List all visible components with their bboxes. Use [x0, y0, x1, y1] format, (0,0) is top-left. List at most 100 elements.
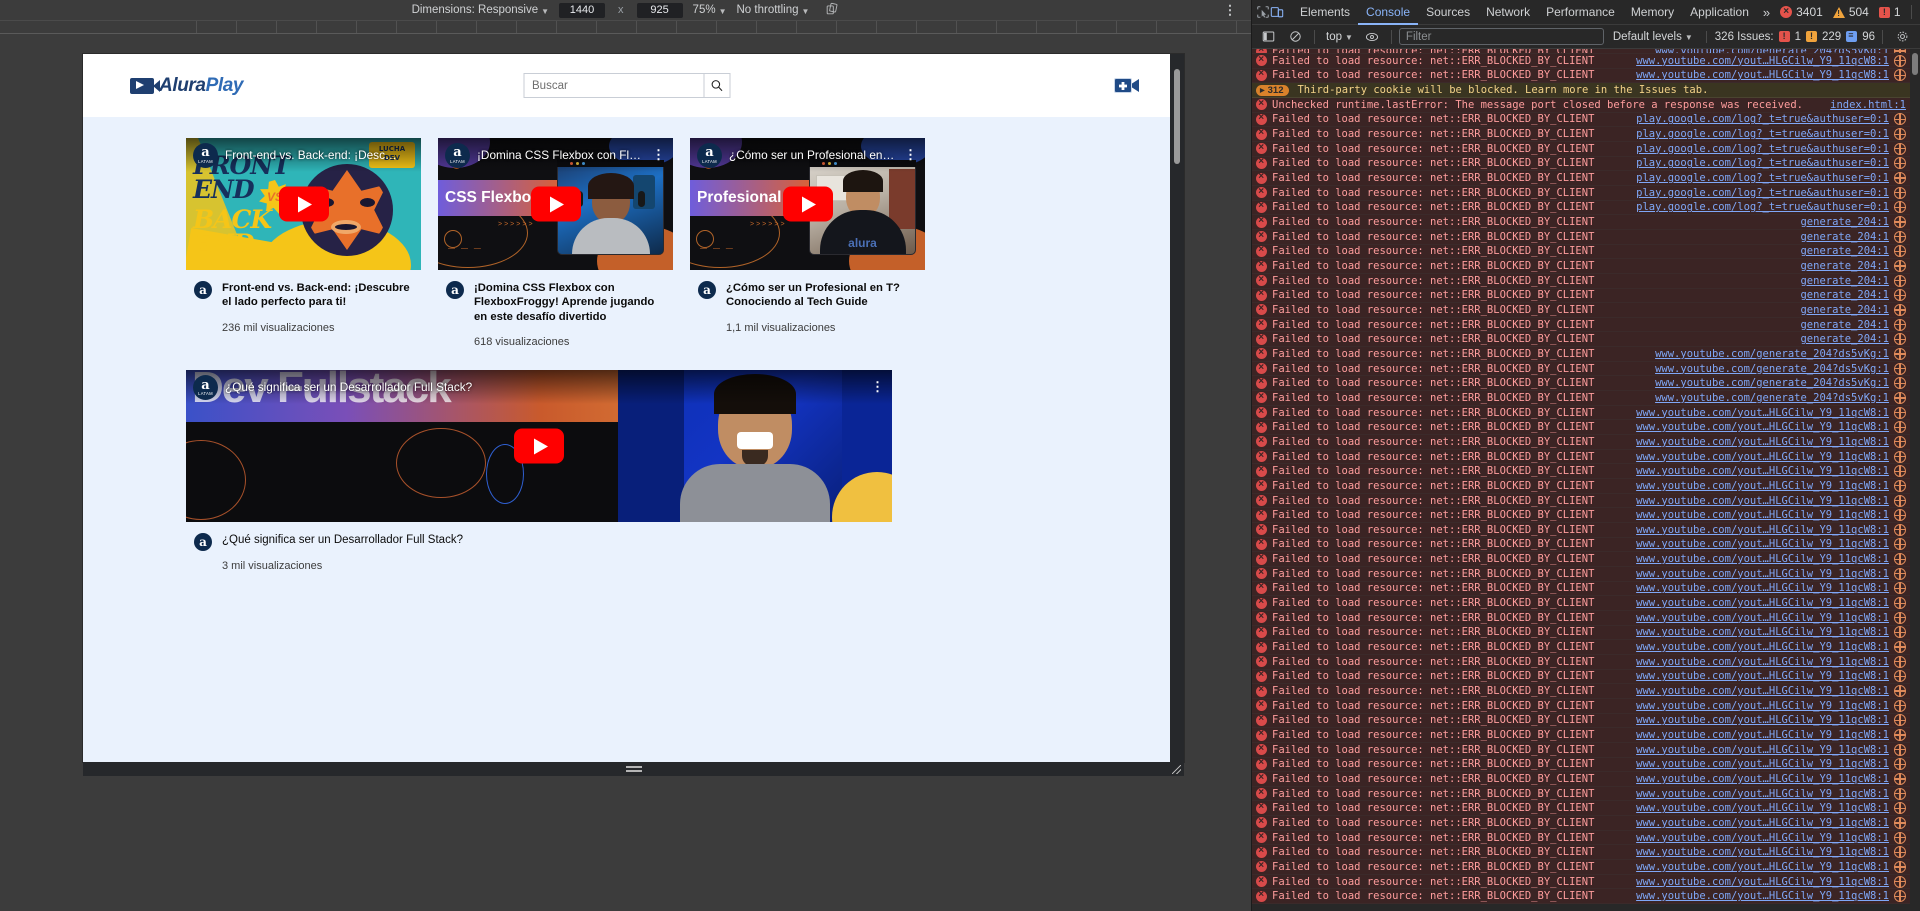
network-debug-icon[interactable]: [1894, 670, 1906, 683]
console-message-source-link[interactable]: www.youtube.com/yout…HLGCilw_Y9_11qcW8:1: [1636, 744, 1889, 756]
tab-console[interactable]: Console: [1358, 0, 1418, 25]
console-message-source-link[interactable]: generate_204:1: [1800, 231, 1889, 243]
console-message-row[interactable]: Unchecked runtime.lastError: The message…: [1252, 97, 1920, 113]
tab-performance[interactable]: Performance: [1538, 0, 1623, 25]
zoom-selector[interactable]: 75% ▼: [693, 4, 727, 16]
device-toolbar-icon[interactable]: [1270, 2, 1284, 23]
video-title[interactable]: ¿Cómo ser un Profesional en T? Conociend…: [726, 281, 921, 310]
console-message-source-link[interactable]: www.youtube.com/yout…HLGCilw_Y9_11qcW8:1: [1636, 802, 1889, 814]
network-debug-icon[interactable]: [1894, 421, 1906, 434]
console-group-count[interactable]: 312: [1256, 84, 1290, 96]
overlay-video-title[interactable]: ¿Cómo ser un Profesional en …: [729, 148, 897, 162]
console-message-row[interactable]: Failed to load resource: net::ERR_BLOCKE…: [1252, 479, 1920, 494]
viewport-width-input[interactable]: [559, 2, 606, 18]
console-message-source-link[interactable]: play.google.com/log?_t=true&authuser=0:1: [1636, 143, 1889, 155]
network-debug-icon[interactable]: [1894, 641, 1906, 654]
console-message-source-link[interactable]: www.youtube.com/yout…HLGCilw_Y9_11qcW8:1: [1636, 788, 1889, 800]
console-message-row[interactable]: Failed to load resource: net::ERR_BLOCKE…: [1252, 288, 1920, 304]
console-message-source-link[interactable]: www.youtube.com/yout…HLGCilw_Y9_11qcW8:1: [1636, 890, 1889, 902]
console-message-source-link[interactable]: www.youtube.com/yout…HLGCilw_Y9_11qcW8:1: [1636, 641, 1889, 653]
console-message-row[interactable]: Failed to load resource: net::ERR_BLOCKE…: [1252, 610, 1920, 626]
play-button[interactable]: [782, 186, 833, 222]
console-message-row[interactable]: Failed to load resource: net::ERR_BLOCKE…: [1252, 244, 1920, 260]
network-debug-icon[interactable]: [1894, 685, 1906, 698]
console-message-source-link[interactable]: generate_204:1: [1800, 304, 1889, 316]
network-debug-icon[interactable]: [1894, 860, 1906, 873]
console-message-row[interactable]: Failed to load resource: net::ERR_BLOCKE…: [1252, 889, 1920, 905]
console-message-source-link[interactable]: play.google.com/log?_t=true&authuser=0:1: [1636, 172, 1889, 184]
console-message-source-link[interactable]: www.youtube.com/yout…HLGCilw_Y9_11qcW8:1: [1636, 55, 1889, 67]
console-message-row[interactable]: Failed to load resource: net::ERR_BLOCKE…: [1252, 816, 1920, 831]
console-message-row[interactable]: Failed to load resource: net::ERR_BLOCKE…: [1252, 127, 1920, 142]
console-message-row[interactable]: Failed to load resource: net::ERR_BLOCKE…: [1252, 523, 1920, 538]
console-message-source-link[interactable]: www.youtube.com/yout…HLGCilw_Y9_11qcW8:1: [1636, 817, 1889, 829]
log-levels-selector[interactable]: Default levels ▼: [1607, 31, 1699, 43]
network-debug-icon[interactable]: [1894, 787, 1906, 800]
network-debug-icon[interactable]: [1894, 743, 1906, 756]
error-count[interactable]: 3401: [1776, 5, 1827, 19]
network-debug-icon[interactable]: [1894, 450, 1906, 463]
clear-console-icon[interactable]: [1283, 26, 1307, 47]
tab-memory[interactable]: Memory: [1623, 0, 1682, 25]
console-message-source-link[interactable]: play.google.com/log?_t=true&authuser=0:1: [1636, 157, 1889, 169]
console-message-row[interactable]: Failed to load resource: net::ERR_BLOCKE…: [1252, 273, 1920, 289]
network-debug-icon[interactable]: [1894, 699, 1906, 712]
console-message-source-link[interactable]: www.youtube.com/generate_204?ds5vKg:1: [1655, 392, 1889, 404]
more-tabs-icon[interactable]: »: [1757, 5, 1776, 20]
network-debug-icon[interactable]: [1894, 201, 1906, 214]
console-message-row[interactable]: Failed to load resource: net::ERR_BLOCKE…: [1252, 508, 1920, 523]
console-message-source-link[interactable]: play.google.com/log?_t=true&authuser=0:1: [1636, 113, 1889, 125]
console-message-list[interactable]: Failed to load resource: net::ERR_BLOCKE…: [1252, 49, 1920, 911]
console-filter-input[interactable]: [1398, 28, 1604, 45]
console-message-row[interactable]: Failed to load resource: net::ERR_BLOCKE…: [1252, 830, 1920, 846]
network-debug-icon[interactable]: [1894, 816, 1906, 829]
console-message-row[interactable]: Failed to load resource: net::ERR_BLOCKE…: [1252, 772, 1920, 787]
console-message-row[interactable]: Failed to load resource: net::ERR_BLOCKE…: [1252, 332, 1920, 348]
network-debug-icon[interactable]: [1894, 274, 1906, 287]
console-message-row[interactable]: Failed to load resource: net::ERR_BLOCKE…: [1252, 654, 1920, 670]
device-toolbar-more-icon[interactable]: ⋮: [1223, 4, 1237, 17]
network-debug-icon[interactable]: [1894, 391, 1906, 404]
console-message-row[interactable]: Failed to load resource: net::ERR_BLOCKE…: [1252, 713, 1920, 729]
console-message-source-link[interactable]: www.youtube.com/yout…HLGCilw_Y9_11qcW8:1: [1636, 714, 1889, 726]
video-title[interactable]: ¡Domina CSS Flexbox con FlexboxFroggy! A…: [474, 281, 669, 324]
console-message-row[interactable]: Failed to load resource: net::ERR_BLOCKE…: [1252, 742, 1920, 758]
issues-summary[interactable]: 326 Issues: 1 229 96: [1705, 30, 1875, 43]
console-message-row[interactable]: Failed to load resource: net::ERR_BLOCKE…: [1252, 728, 1920, 743]
console-message-row[interactable]: Failed to load resource: net::ERR_BLOCKE…: [1252, 464, 1920, 480]
console-message-row[interactable]: Failed to load resource: net::ERR_BLOCKE…: [1252, 215, 1920, 230]
tab-sources[interactable]: Sources: [1418, 0, 1478, 25]
console-message-source-link[interactable]: www.youtube.com/yout…HLGCilw_Y9_11qcW8:1: [1636, 670, 1889, 682]
console-message-row[interactable]: Failed to load resource: net::ERR_BLOCKE…: [1252, 54, 1920, 69]
console-message-row[interactable]: Failed to load resource: net::ERR_BLOCKE…: [1252, 141, 1920, 157]
console-message-source-link[interactable]: www.youtube.com/generate_204?ds5vKg:1: [1655, 348, 1889, 360]
console-message-row[interactable]: Failed to load resource: net::ERR_BLOCKE…: [1252, 845, 1920, 861]
console-message-source-link[interactable]: www.youtube.com/yout…HLGCilw_Y9_11qcW8:1: [1636, 612, 1889, 624]
tab-application[interactable]: Application: [1682, 0, 1757, 25]
console-message-source-link[interactable]: www.youtube.com/yout…HLGCilw_Y9_11qcW8:1: [1636, 451, 1889, 463]
corner-resize-handle[interactable]: [1172, 765, 1181, 774]
console-message-source-link[interactable]: generate_204:1: [1800, 260, 1889, 272]
console-message-row[interactable]: Failed to load resource: net::ERR_BLOCKE…: [1252, 229, 1920, 245]
tab-network[interactable]: Network: [1478, 0, 1538, 25]
console-message-row[interactable]: Failed to load resource: net::ERR_BLOCKE…: [1252, 684, 1920, 699]
console-message-source-link[interactable]: www.youtube.com/yout…HLGCilw_Y9_11qcW8:1: [1636, 538, 1889, 550]
console-message-source-link[interactable]: www.youtube.com/yout…HLGCilw_Y9_11qcW8:1: [1636, 480, 1889, 492]
console-message-source-link[interactable]: www.youtube.com/yout…HLGCilw_Y9_11qcW8:1: [1636, 685, 1889, 697]
console-message-source-link[interactable]: generate_204:1: [1800, 319, 1889, 331]
console-message-source-link[interactable]: www.youtube.com/yout…HLGCilw_Y9_11qcW8:1: [1636, 861, 1889, 873]
play-button[interactable]: [278, 186, 329, 222]
console-message-source-link[interactable]: www.youtube.com/yout…HLGCilw_Y9_11qcW8:1: [1636, 495, 1889, 507]
console-message-row[interactable]: Failed to load resource: net::ERR_BLOCKE…: [1252, 435, 1920, 450]
console-message-row[interactable]: Failed to load resource: net::ERR_BLOCKE…: [1252, 625, 1920, 641]
console-message-row[interactable]: Failed to load resource: net::ERR_BLOCKE…: [1252, 156, 1920, 172]
network-debug-icon[interactable]: [1894, 186, 1906, 199]
search-button[interactable]: [703, 73, 730, 98]
network-debug-icon[interactable]: [1894, 553, 1906, 566]
console-message-row[interactable]: Failed to load resource: net::ERR_BLOCKE…: [1252, 449, 1920, 465]
rotate-icon[interactable]: [825, 2, 839, 19]
console-message-row[interactable]: Failed to load resource: net::ERR_BLOCKE…: [1252, 259, 1920, 274]
console-message-row[interactable]: Failed to load resource: net::ERR_BLOCKE…: [1252, 860, 1920, 875]
console-message-source-link[interactable]: generate_204:1: [1800, 275, 1889, 287]
network-debug-icon[interactable]: [1894, 289, 1906, 302]
